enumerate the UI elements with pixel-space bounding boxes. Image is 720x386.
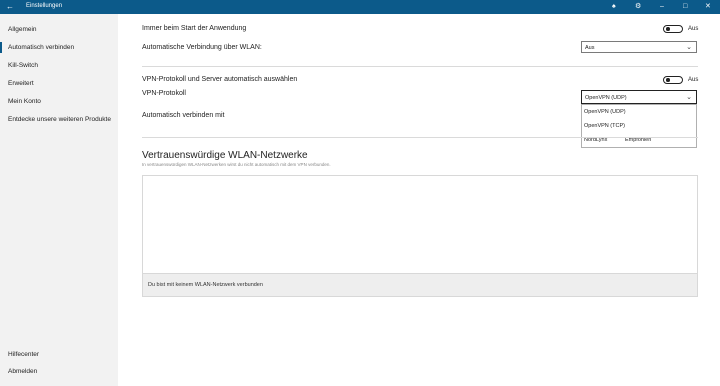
sidebar-item-automatisch-verbinden[interactable]: Automatisch verbinden xyxy=(8,44,74,51)
wifi-select[interactable]: Aus ⌄ xyxy=(581,41,697,53)
bell-icon[interactable]: ♠ xyxy=(612,2,616,11)
protocol-select-value: OpenVPN (UDP) xyxy=(585,94,627,101)
protocol-select[interactable]: OpenVPN (UDP) ⌄ xyxy=(581,90,697,104)
sidebar-item-hilfecenter[interactable]: Hilfecenter xyxy=(8,351,39,358)
sidebar-item-kill-switch[interactable]: Kill-Switch xyxy=(8,62,38,69)
sidebar-item-erweitert[interactable]: Erweitert xyxy=(8,80,34,87)
protocol-option[interactable]: OpenVPN (TCP) xyxy=(584,123,625,129)
vpn-auto-toggle-state: Aus xyxy=(688,77,699,83)
active-indicator xyxy=(0,42,2,53)
sidebar-item-produkte[interactable]: Entdecke unsere weiteren Produkte xyxy=(8,116,111,123)
startup-toggle[interactable] xyxy=(663,25,683,33)
network-status-text: Du bist mit keinem WLAN-Netzwerk verbund… xyxy=(148,282,263,288)
network-status-bar: Du bist mit keinem WLAN-Netzwerk verbund… xyxy=(142,274,698,297)
vpn-auto-toggle[interactable] xyxy=(663,76,683,84)
divider xyxy=(142,66,698,67)
sidebar-item-allgemein[interactable]: Allgemein xyxy=(8,26,37,33)
connect-with-label: Automatisch verbinden mit xyxy=(142,112,225,119)
protocol-dropdown: OpenVPN (UDP) OpenVPN (TCP) NordLynx Emp… xyxy=(581,104,697,148)
startup-label: Immer beim Start der Anwendung xyxy=(142,25,247,32)
sidebar-item-mein-konto[interactable]: Mein Konto xyxy=(8,98,41,105)
maximize-icon[interactable]: □ xyxy=(683,2,687,11)
vpn-auto-label: VPN-Protokoll und Server automatisch aus… xyxy=(142,76,298,83)
wifi-select-value: Aus xyxy=(585,44,595,51)
divider xyxy=(142,137,698,138)
trusted-network-list[interactable] xyxy=(142,175,698,274)
chevron-down-icon: ⌄ xyxy=(686,94,692,101)
protocol-option[interactable]: OpenVPN (UDP) xyxy=(584,109,626,115)
trusted-subtitle: In vertrauenswürdigen WLAN-Netzwerken wi… xyxy=(142,162,331,167)
back-arrow-icon[interactable]: ← xyxy=(6,2,14,11)
wifi-label: Automatische Verbindung über WLAN: xyxy=(142,44,262,51)
trusted-title: Vertrauenswürdige WLAN-Netzwerke xyxy=(142,150,308,161)
close-icon[interactable]: ✕ xyxy=(705,2,711,11)
gear-icon[interactable]: ⚙ xyxy=(635,2,641,11)
title-bar: ← Einstellungen ♠ ⚙ – □ ✕ xyxy=(0,0,720,14)
protocol-label: VPN-Protokoll xyxy=(142,90,186,97)
minimize-icon[interactable]: – xyxy=(660,2,664,11)
window-title: Einstellungen xyxy=(26,3,63,9)
sidebar: Allgemein Automatisch verbinden Kill-Swi… xyxy=(0,14,118,386)
sidebar-item-abmelden[interactable]: Abmelden xyxy=(8,368,37,375)
chevron-down-icon: ⌄ xyxy=(686,44,692,51)
startup-toggle-state: Aus xyxy=(688,26,699,32)
